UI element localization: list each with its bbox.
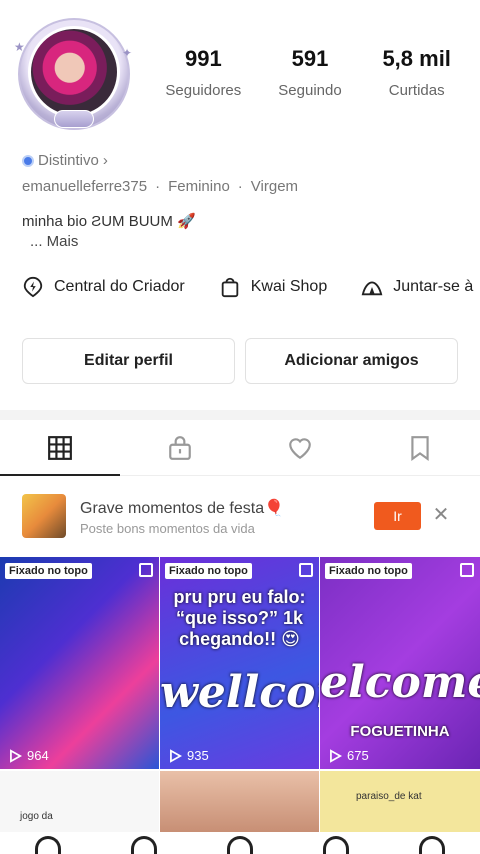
bio-more-link[interactable]: ... Mais — [30, 233, 78, 250]
stat-label: Curtidas — [388, 82, 445, 99]
edit-profile-button[interactable]: Editar perfil — [22, 338, 235, 384]
kwai-shop-button[interactable]: Kwai Shop — [219, 276, 328, 298]
creator-tools: Central do Criador Kwai Shop Juntar-se à — [22, 276, 473, 298]
zodiac-sign: Virgem — [250, 178, 299, 195]
messages-icon[interactable] — [323, 836, 349, 854]
video-thumb[interactable]: Fixado no topo 964 — [0, 557, 159, 769]
lock-icon — [169, 435, 191, 460]
star-icon: ✦ — [122, 46, 133, 60]
video-caption: pru pru eu falo: “que isso?” 1k chegando… — [173, 587, 306, 649]
video-thumb[interactable]: paraiso_de kat — [320, 771, 480, 833]
stat-likes[interactable]: 5,8 mil Curtidas — [363, 46, 470, 99]
video-thumb[interactable]: jogo da — [0, 771, 159, 833]
bottom-nav — [0, 832, 480, 854]
play-count: 935 — [168, 748, 209, 763]
heart-icon — [289, 437, 311, 459]
star-icon: ★ — [14, 40, 25, 54]
multi-image-icon — [460, 563, 474, 577]
pinned-label: Fixado no topo — [325, 563, 412, 579]
stat-following[interactable]: 591 Seguindo — [257, 46, 364, 99]
promo-thumbnail — [22, 494, 66, 538]
tent-icon — [361, 281, 383, 296]
join-button[interactable]: Juntar-se à — [361, 276, 473, 298]
multi-image-icon — [139, 563, 153, 577]
badge-link[interactable]: Distintivo › — [22, 152, 108, 169]
play-count-value: 964 — [27, 748, 49, 763]
chevron-right-icon: › — [102, 152, 108, 169]
play-icon — [10, 748, 22, 763]
video-overlay-subtext: FOGUETINHA — [350, 723, 450, 740]
video-grid: Fixado no topo 964 Fixado no topo pru pr… — [0, 557, 480, 833]
play-count-value: 675 — [347, 748, 369, 763]
stat-value: 991 — [184, 46, 222, 71]
avatar[interactable]: ★ ✦ — [14, 18, 133, 130]
badge-icon — [22, 154, 34, 167]
play-count: 964 — [8, 748, 49, 763]
profile-actions: Editar perfil Adicionar amigos — [22, 338, 458, 384]
explore-icon[interactable] — [131, 836, 157, 854]
play-icon — [170, 748, 182, 763]
shopping-bag-icon — [221, 277, 238, 298]
stat-value: 5,8 mil — [382, 46, 451, 71]
add-friends-button[interactable]: Adicionar amigos — [245, 338, 458, 384]
gender: Feminino — [168, 178, 230, 195]
profile-tabs — [0, 420, 480, 476]
tab-posts[interactable] — [0, 420, 120, 476]
promo-title: Grave momentos de festa🎈 — [80, 500, 285, 517]
stat-followers[interactable]: 991 Seguidores — [150, 46, 257, 99]
profile-icon[interactable] — [419, 836, 445, 854]
creator-center-button[interactable]: Central do Criador — [22, 276, 185, 298]
bookmark-icon — [411, 435, 429, 461]
profile-info: emanuelleferre375 · Feminino · Virgem — [22, 178, 298, 195]
separator-dot: · — [237, 178, 243, 195]
pinned-label: Fixado no topo — [165, 563, 252, 579]
promo-subtitle: Poste bons momentos da vida — [80, 521, 255, 536]
avatar-badge-icon — [54, 110, 94, 128]
lightning-pin-icon — [23, 276, 43, 298]
tab-private[interactable] — [120, 420, 240, 475]
video-thumb[interactable]: Fixado no topo pru pru eu falo: “que iss… — [160, 557, 319, 769]
tab-saved[interactable] — [360, 420, 480, 475]
tool-label: Juntar-se à — [393, 278, 474, 295]
video-overlay-text: elcome — [320, 657, 480, 708]
pinned-label: Fixado no topo — [5, 563, 92, 579]
username: emanuelleferre375 — [22, 178, 148, 195]
bio-text: minha bio ƧUM BUUM 🚀 — [22, 213, 196, 230]
grid-icon — [48, 435, 72, 460]
video-caption: paraiso_de kat — [356, 791, 422, 802]
close-icon[interactable]: ✕ — [430, 504, 452, 526]
stat-label: Seguidores — [165, 82, 242, 99]
video-overlay-text: wellcome — [160, 667, 319, 718]
tab-liked[interactable] — [240, 420, 360, 475]
profile-stats: 991 Seguidores 591 Seguindo 5,8 mil Curt… — [150, 46, 470, 99]
stat-label: Seguindo — [278, 82, 342, 99]
badge-label: Distintivo — [38, 152, 99, 169]
promo-go-button[interactable]: Ir — [374, 502, 421, 530]
multi-image-icon — [299, 563, 313, 577]
create-icon[interactable] — [227, 836, 253, 854]
divider — [0, 410, 480, 420]
play-icon — [330, 748, 342, 763]
play-count: 675 — [328, 748, 369, 763]
video-thumb[interactable] — [160, 771, 319, 833]
video-caption: jogo da — [20, 811, 53, 822]
avatar-photo — [28, 26, 120, 118]
home-icon[interactable] — [35, 836, 61, 854]
stat-value: 591 — [291, 46, 329, 71]
video-thumb[interactable]: Fixado no topo elcome FOGUETINHA 675 — [320, 557, 480, 769]
promo-banner: Grave momentos de festa🎈 Poste bons mome… — [0, 478, 480, 556]
tool-label: Kwai Shop — [250, 278, 328, 295]
separator-dot: · — [155, 178, 161, 195]
tool-label: Central do Criador — [54, 278, 185, 295]
play-count-value: 935 — [187, 748, 209, 763]
